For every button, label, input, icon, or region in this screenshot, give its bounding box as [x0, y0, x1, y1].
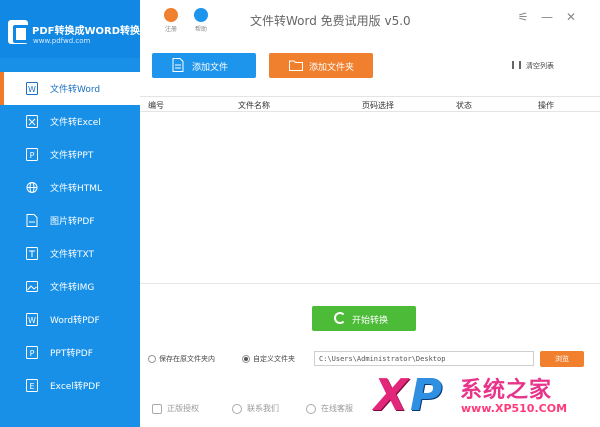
- watermark-logo-p: P: [410, 370, 443, 421]
- column-header-actions: 操作: [538, 101, 554, 110]
- image-icon: [26, 281, 38, 292]
- column-header-page-range: 页码选择: [362, 101, 394, 110]
- brand-url: www.pdfwd.com: [33, 37, 91, 45]
- file-table-header: 编号 文件名称 页码选择 状态 操作: [140, 96, 600, 112]
- sidebar-item-to-txt[interactable]: 文件转TXT: [0, 237, 140, 270]
- word-icon: W: [26, 82, 38, 95]
- save-custom-label: 自定义文件夹: [253, 355, 295, 363]
- globe-icon: [26, 182, 38, 193]
- watermark-text: 系统之家: [460, 378, 553, 403]
- help-button[interactable]: 帮助: [190, 8, 212, 33]
- sidebar-item-image-to-pdf[interactable]: 图片转PDF: [0, 204, 140, 237]
- sidebar-item-label: 文件转TXT: [50, 250, 95, 260]
- sidebar-item-word-to-pdf[interactable]: W Word转PDF: [0, 303, 140, 336]
- footer-contact-label: 联系我们: [247, 404, 279, 413]
- sidebar-item-label: 文件转PPT: [50, 151, 94, 161]
- sidebar-item-label: 文件转IMG: [50, 283, 95, 293]
- svg-text:P: P: [30, 151, 35, 160]
- add-file-label: 添加文件: [192, 63, 229, 73]
- footer-support-link[interactable]: 在线客服: [306, 403, 353, 414]
- app-logo-icon: [8, 20, 30, 44]
- sidebar-nav: W 文件转Word 文件转Excel P 文件转PPT 文件转HTML 图片转P…: [0, 72, 140, 402]
- contact-icon: [232, 403, 242, 414]
- folder-icon: [289, 60, 303, 71]
- add-file-button[interactable]: 添加文件: [152, 53, 256, 78]
- file-icon: [172, 58, 184, 72]
- word-pdf-icon: W: [26, 313, 38, 326]
- sidebar-item-to-html[interactable]: 文件转HTML: [0, 171, 140, 204]
- footer-license-label: 正版授权: [167, 404, 199, 413]
- help-icon: [194, 8, 208, 22]
- start-convert-label: 开始转换: [352, 316, 389, 326]
- brand-title: PDF转换成WORD转换器: [32, 26, 150, 37]
- ppt-icon: P: [26, 148, 38, 161]
- sidebar-item-to-img[interactable]: 文件转IMG: [0, 270, 140, 303]
- image-file-icon: [26, 214, 38, 227]
- svg-text:W: W: [28, 85, 36, 94]
- txt-icon: [26, 247, 38, 260]
- clear-list-button[interactable]: 清空列表: [512, 61, 554, 71]
- register-button[interactable]: 注册: [160, 8, 182, 33]
- menu-icon[interactable]: ⚟: [516, 10, 530, 24]
- sidebar-item-to-excel[interactable]: 文件转Excel: [0, 105, 140, 138]
- svg-text:W: W: [28, 316, 36, 325]
- file-table-body[interactable]: [140, 112, 600, 284]
- radio-custom-folder[interactable]: [242, 355, 250, 363]
- sidebar-item-label: 文件转HTML: [50, 184, 103, 194]
- add-folder-button[interactable]: 添加文件夹: [269, 53, 373, 78]
- watermark-url: www.XP510.COM: [461, 402, 568, 415]
- title-bar: 注册 帮助 文件转Word 免费试用版 v5.0 ⚟ — ✕: [140, 0, 600, 42]
- browse-button[interactable]: 浏览: [540, 351, 584, 367]
- save-source-option[interactable]: 保存在原文件夹内: [148, 354, 215, 364]
- footer-contact-link[interactable]: 联系我们: [232, 403, 279, 414]
- add-folder-label: 添加文件夹: [309, 63, 355, 73]
- sidebar-item-label: 文件转Excel: [50, 118, 101, 128]
- sidebar-item-label: Excel转PDF: [50, 382, 101, 392]
- site-watermark: X P 系统之家 www.XP510.COM: [372, 366, 600, 427]
- watermark-logo-x: X: [374, 370, 408, 421]
- start-convert-button[interactable]: 开始转换: [312, 306, 416, 331]
- svg-text:E: E: [29, 382, 34, 391]
- support-icon: [306, 403, 316, 414]
- minimize-icon[interactable]: —: [540, 10, 554, 24]
- brand-header: PDF转换成WORD转换器 www.pdfwd.com: [0, 0, 150, 58]
- sidebar-item-label: 图片转PDF: [50, 217, 95, 227]
- sidebar-item-to-ppt[interactable]: P 文件转PPT: [0, 138, 140, 171]
- excel-icon: [26, 115, 38, 128]
- sidebar-item-label: 文件转Word: [50, 85, 101, 95]
- close-icon[interactable]: ✕: [564, 10, 578, 24]
- sidebar-item-label: Word转PDF: [50, 316, 100, 326]
- save-custom-option[interactable]: 自定义文件夹: [242, 354, 295, 364]
- user-icon: [164, 8, 178, 22]
- sidebar-item-label: PPT转PDF: [50, 349, 93, 359]
- register-caption: 注册: [164, 26, 177, 33]
- footer-support-label: 在线客服: [321, 404, 353, 413]
- sidebar-item-excel-to-pdf[interactable]: E Excel转PDF: [0, 369, 140, 402]
- output-path-field[interactable]: C:\Users\Administrator\Desktop: [314, 351, 534, 366]
- column-header-status: 状态: [456, 101, 472, 110]
- help-caption: 帮助: [194, 26, 207, 33]
- clear-list-icon: [512, 61, 521, 69]
- footer-license-link[interactable]: 正版授权: [152, 403, 199, 414]
- refresh-icon: [334, 312, 346, 324]
- sidebar-item-to-word[interactable]: W 文件转Word: [0, 72, 140, 105]
- column-header-index: 编号: [148, 101, 164, 110]
- license-icon: [152, 403, 162, 414]
- svg-text:P: P: [30, 349, 35, 358]
- save-source-label: 保存在原文件夹内: [159, 355, 215, 363]
- column-header-filename: 文件名称: [238, 101, 270, 110]
- sidebar-item-ppt-to-pdf[interactable]: P PPT转PDF: [0, 336, 140, 369]
- clear-list-label: 清空列表: [526, 62, 554, 70]
- window-title: 文件转Word 免费试用版 v5.0: [250, 14, 411, 28]
- sidebar: PDF转换成WORD转换器 www.pdfwd.com W 文件转Word 文件…: [0, 0, 150, 427]
- ppt-pdf-icon: P: [26, 346, 38, 359]
- radio-source-folder[interactable]: [148, 355, 156, 363]
- excel-pdf-icon: E: [26, 379, 38, 392]
